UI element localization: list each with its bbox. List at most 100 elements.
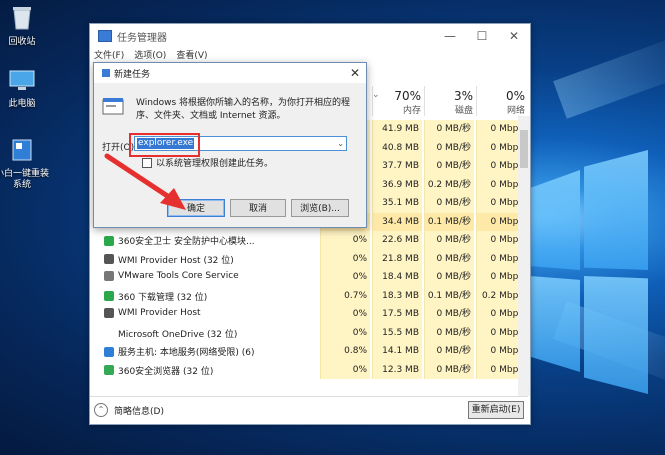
close-icon[interactable]: ✕ xyxy=(498,24,530,48)
admin-checkbox-label: 以系统管理权限创建此任务。 xyxy=(156,159,274,169)
cell-mem: 37.7 MB xyxy=(372,157,422,176)
footer: ⌃ 简略信息(D) 重新启动(E) xyxy=(90,396,528,424)
cell-mem: 14.1 MB xyxy=(372,342,422,361)
maximize-icon[interactable]: ☐ xyxy=(466,24,498,48)
cell-cpu: 0% xyxy=(320,305,370,324)
cell-disk: 0 MB/秒 xyxy=(424,268,474,287)
cell-disk: 0 MB/秒 xyxy=(424,360,474,379)
cell-mem: 18.4 MB xyxy=(372,268,422,287)
disk-percent: 3% xyxy=(453,89,473,103)
process-name: 360安全浏览器 (32 位) xyxy=(104,364,213,377)
table-row[interactable]: Microsoft OneDrive (32 位) 0% 15.5 MB 0 MB/秒… xyxy=(90,323,526,342)
process-icon xyxy=(104,308,114,318)
process-name-label: Microsoft OneDrive (32 位) xyxy=(118,329,238,340)
process-name: Microsoft OneDrive (32 位) xyxy=(104,327,237,340)
recycle-bin-icon[interactable]: 回收站 xyxy=(0,4,50,48)
table-row[interactable]: 360安全卫士 安全防护中心模块... 0% 22.6 MB 0 MB/秒 0 Mbps xyxy=(90,231,526,250)
cell-cpu: 0% xyxy=(320,249,370,268)
cell-cpu: 0.7% xyxy=(320,286,370,305)
dialog-title-bar[interactable]: 新建任务 xyxy=(94,63,366,83)
network-percent: 0% xyxy=(505,89,525,103)
cell-cpu: 0% xyxy=(320,360,370,379)
cell-mem: 18.3 MB xyxy=(372,286,422,305)
task-manager-icon xyxy=(98,30,112,42)
cell-disk: 0 MB/秒 xyxy=(424,120,474,139)
xiaobai-reinstall-icon[interactable]: 小白一键重装 系统 xyxy=(0,138,50,191)
table-row[interactable]: 360安全浏览器 (32 位) 0% 12.3 MB 0 MB/秒 0 Mbps xyxy=(90,360,526,379)
process-name: 服务主机: 本地服务(网络受限) (6) xyxy=(104,345,255,358)
cell-disk: 0 MB/秒 xyxy=(424,305,474,324)
cell-mem: 15.5 MB xyxy=(372,323,422,342)
scrollbar-thumb[interactable] xyxy=(520,130,528,168)
process-icon xyxy=(104,328,114,338)
run-icon xyxy=(102,98,124,115)
admin-checkbox[interactable]: 以系统管理权限创建此任务。 xyxy=(142,156,273,169)
fewer-details-label: 简略信息(D) xyxy=(114,406,164,417)
table-row[interactable]: WMI Provider Host 0% 17.5 MB 0 MB/秒 0 Mbps xyxy=(90,305,526,324)
process-icon xyxy=(104,365,114,375)
cell-mem: 40.8 MB xyxy=(372,138,422,157)
memory-percent: 70% xyxy=(394,89,421,103)
process-name: 360 下载管理 (32 位) xyxy=(104,290,207,303)
cell-mem: 35.1 MB xyxy=(372,194,422,213)
process-name-label: WMI Provider Host (32 位) xyxy=(118,255,234,266)
close-icon[interactable]: ✕ xyxy=(350,66,360,80)
cell-mem: 41.9 MB xyxy=(372,120,422,139)
desktop-icon-label: 此电脑 xyxy=(8,99,36,109)
memory-label: 内存 xyxy=(402,106,421,116)
cell-cpu: 0% xyxy=(320,231,370,250)
process-icon xyxy=(104,254,114,264)
checkbox-icon[interactable] xyxy=(142,157,152,168)
cell-disk: 0.2 MB/秒 xyxy=(424,175,474,194)
table-row[interactable]: 360 下载管理 (32 位) 0.7% 18.3 MB 0.1 MB/秒 0.2 Mb… xyxy=(90,286,526,305)
chevron-up-icon: ⌃ xyxy=(94,403,108,417)
process-name: WMI Provider Host xyxy=(104,308,201,318)
column-memory[interactable]: 70% 内存 xyxy=(372,86,425,116)
fewer-details-button[interactable]: ⌃ 简略信息(D) xyxy=(94,403,164,417)
process-icon xyxy=(104,346,114,357)
network-label: 网络 xyxy=(506,106,525,116)
cell-disk: 0 MB/秒 xyxy=(424,249,474,268)
cell-disk: 0 MB/秒 xyxy=(424,323,474,342)
process-name: 360安全卫士 安全防护中心模块... xyxy=(104,234,255,247)
cell-mem: 36.9 MB xyxy=(372,175,422,194)
disk-label: 磁盘 xyxy=(454,106,473,116)
column-disk[interactable]: 3% 磁盘 xyxy=(424,86,477,116)
windows-logo xyxy=(520,150,650,400)
process-icon xyxy=(104,235,114,246)
browse-button[interactable]: 浏览(B)... xyxy=(291,199,349,217)
process-name-label: 360安全卫士 安全防护中心模块... xyxy=(118,237,255,247)
process-name: VMware Tools Core Service xyxy=(104,271,239,281)
cell-mem: 21.8 MB xyxy=(372,249,422,268)
cell-disk: 0 MB/秒 xyxy=(424,138,474,157)
process-name-label: 服务主机: 本地服务(网络受限) (6) xyxy=(118,348,255,358)
table-row[interactable]: VMware Tools Core Service 0% 18.4 MB 0 MB/秒… xyxy=(90,268,526,287)
minimize-icon[interactable]: — xyxy=(434,24,466,48)
monitor-icon xyxy=(9,70,35,90)
process-icon xyxy=(104,291,114,301)
cell-cpu: 0% xyxy=(320,323,370,342)
desktop-icon-label: 小白一键重装 系统 xyxy=(0,169,49,190)
cell-cpu: 0% xyxy=(320,268,370,287)
installer-icon xyxy=(12,139,32,161)
process-name-label: VMware Tools Core Service xyxy=(118,271,239,281)
restart-button[interactable]: 重新启动(E) xyxy=(468,401,524,419)
table-row[interactable]: 服务主机: 本地服务(网络受限) (6) 0.8% 14.1 MB 0 MB/秒 0 M… xyxy=(90,342,526,361)
recycle-bin-icon-graphic xyxy=(13,7,31,30)
process-name: WMI Provider Host (32 位) xyxy=(104,253,234,266)
chevron-down-icon[interactable]: ⌄ xyxy=(337,137,344,150)
highlight-annotation-box xyxy=(129,133,200,157)
ok-button[interactable]: 确定 xyxy=(167,199,225,217)
column-network[interactable]: 0% 网络 xyxy=(476,86,529,116)
dialog-icon xyxy=(102,69,110,77)
this-pc-icon[interactable]: 此电脑 xyxy=(0,70,50,110)
process-name-label: 360 下载管理 (32 位) xyxy=(118,292,208,303)
table-row[interactable]: WMI Provider Host (32 位) 0% 21.8 MB 0 MB/秒 0… xyxy=(90,249,526,268)
dialog-description: Windows 将根据你所输入的名称，为你打开相应的程序、文件夹、文档或 Int… xyxy=(136,98,351,121)
cell-disk: 0.1 MB/秒 xyxy=(424,212,474,231)
cancel-button[interactable]: 取消 xyxy=(230,199,286,217)
cell-mem: 22.6 MB xyxy=(372,231,422,250)
scrollbar[interactable] xyxy=(518,116,530,396)
cell-disk: 0 MB/秒 xyxy=(424,157,474,176)
process-name-label: WMI Provider Host xyxy=(118,308,201,318)
